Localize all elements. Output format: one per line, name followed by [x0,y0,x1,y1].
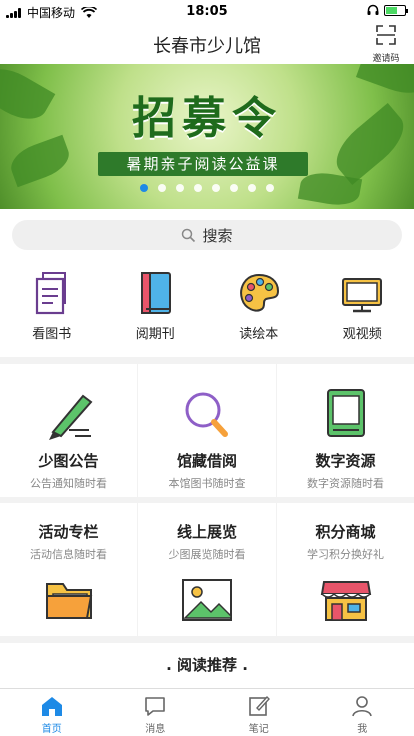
feature-title: 活动专栏 [38,523,99,541]
status-bar: 中国移动 18:05 [0,0,414,22]
carousel-dot[interactable] [194,184,202,192]
tab-bar: 首页 消息 笔记 我 [0,688,414,736]
feature-title: 少图公告 [38,452,99,470]
feature-title: 积分商城 [315,523,376,541]
feature-activities[interactable]: 活动专栏 活动信息随时看 [0,503,137,636]
message-icon [145,697,166,716]
tab-label: 首页 [41,724,62,735]
folder-icon [45,583,92,619]
feature-digital-resources[interactable]: 数字资源 数字资源随时看 [277,364,414,497]
tab-label: 笔记 [248,724,269,735]
feature-announcements[interactable]: 少图公告 公告通知随时看 [0,364,137,497]
quick-links: 看图书 阅期刊 读绘本 观视频 [0,261,414,357]
quick-link-magazines[interactable]: 阅期刊 [104,261,208,357]
magazine-icon [141,272,172,314]
tab-me[interactable]: 我 [311,689,414,736]
feature-subtitle: 公告通知随时看 [30,477,107,490]
nav-bar: 长春市少儿馆 邀请码 [0,22,414,64]
feature-subtitle: 少图展览随时看 [168,548,246,561]
ebook-icon [326,389,365,437]
reading-recommendation-heading: . 阅读推荐 . [0,643,414,688]
picture-icon [182,579,232,621]
feature-online-exhibition[interactable]: 线上展览 少图展览随时看 [138,503,276,636]
quick-link-label: 读绘本 [239,327,279,342]
home-icon [41,697,62,716]
banner-title: 招募令 [132,93,282,144]
note-icon [248,695,270,716]
tab-messages[interactable]: 消息 [104,689,208,736]
feature-subtitle: 学习积分换好礼 [307,548,384,561]
tab-label: 消息 [145,724,166,735]
magnifier-icon [185,392,228,437]
tab-home[interactable]: 首页 [0,689,104,736]
feature-subtitle: 活动信息随时看 [30,548,107,561]
quick-link-label: 看图书 [32,327,72,342]
feature-title: 数字资源 [315,452,376,470]
battery-icon [384,4,408,16]
feature-title: 馆藏借阅 [176,452,237,470]
user-icon [352,696,373,717]
carousel-dot[interactable] [140,184,148,192]
scan-icon [376,25,396,45]
carousel-dot[interactable] [248,184,256,192]
carousel-dot[interactable] [230,184,238,192]
feature-subtitle: 数字资源随时看 [307,477,384,490]
quick-link-books[interactable]: 看图书 [0,261,104,357]
carousel-dot[interactable] [158,184,166,192]
invite-code-label: 邀请码 [372,54,400,64]
search-bar[interactable]: 搜索 [12,220,402,250]
feature-title: 线上展览 [176,523,237,541]
quick-link-videos[interactable]: 观视频 [311,261,414,357]
feature-grid: 少图公告 公告通知随时看 馆藏借阅 本馆图书随时查 数字资源 数字资源随时看 活… [0,364,414,636]
search-icon [182,228,196,242]
feature-collection-borrowing[interactable]: 馆藏借阅 本馆图书随时查 [138,364,276,497]
carousel-dot[interactable] [176,184,184,192]
invite-code-button[interactable]: 邀请码 [366,24,406,64]
feature-subtitle: 本馆图书随时查 [168,477,246,490]
carousel-dot[interactable] [266,184,274,192]
carousel-dots [0,184,414,192]
quick-link-label: 观视频 [342,327,382,342]
feature-points-store[interactable]: 积分商城 学习积分换好礼 [277,503,414,636]
page-title: 长春市少儿馆 [153,36,261,57]
palette-icon [240,273,279,312]
status-time: 18:05 [186,4,228,19]
store-icon [320,581,371,621]
pen-icon [48,394,92,440]
tab-label: 我 [357,724,368,735]
tab-notes[interactable]: 笔记 [207,689,311,736]
search-section: 搜索 [0,209,414,261]
quick-link-picture-books[interactable]: 读绘本 [207,261,311,357]
search-label: 搜索 [202,226,233,245]
carousel-dot[interactable] [212,184,220,192]
book-document-icon [35,272,66,315]
monitor-icon [342,278,383,313]
headphones-icon [367,4,379,15]
banner-subtitle: 暑期亲子阅读公益课 [98,152,308,176]
quick-link-label: 阅期刊 [135,327,175,342]
